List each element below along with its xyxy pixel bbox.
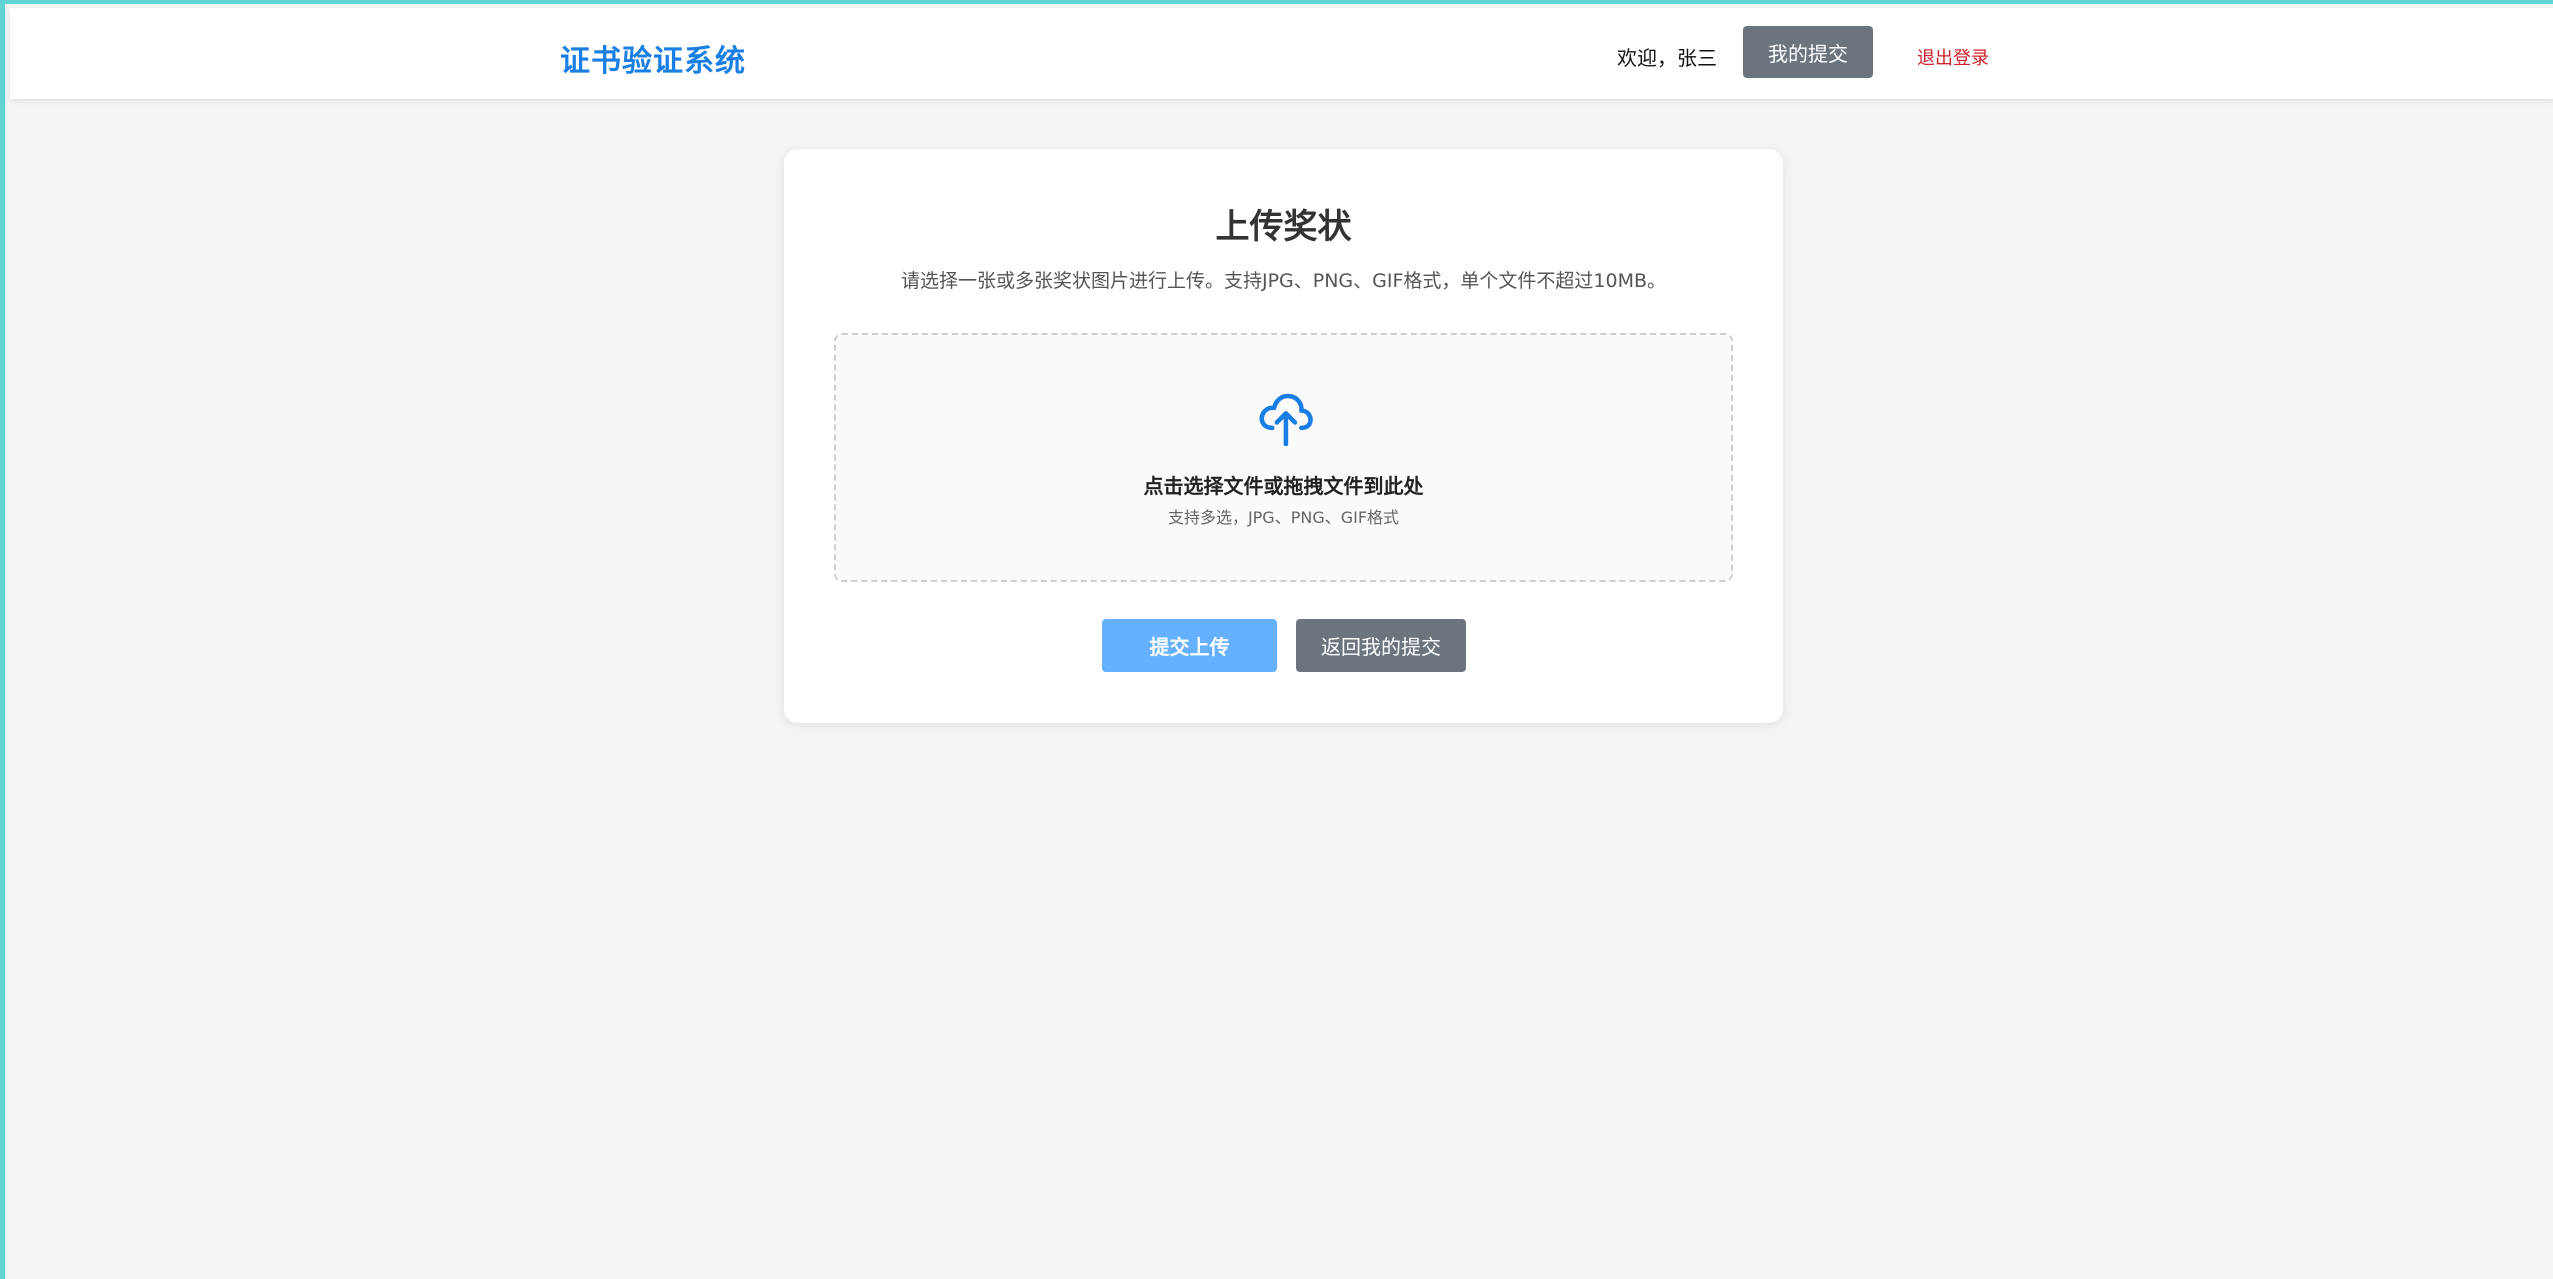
upload-description: 请选择一张或多张奖状图片进行上传。支持JPG、PNG、GIF格式，单个文件不超过… [900,270,1667,292]
my-submissions-button[interactable]: 我的提交 [1743,26,1873,78]
cloud-upload-icon [1259,393,1313,446]
top-navbar: 证书验证系统 欢迎，张三 我的提交 退出登录 [10,8,2553,99]
file-dropzone[interactable]: 点击选择文件或拖拽文件到此处 支持多选，JPG、PNG、GIF格式 [834,333,1733,582]
submit-upload-button[interactable]: 提交上传 [1102,619,1277,672]
brand-title[interactable]: 证书验证系统 [560,36,746,80]
upload-card: 上传奖状 请选择一张或多张奖状图片进行上传。支持JPG、PNG、GIF格式，单个… [784,149,1783,723]
back-to-submissions-button[interactable]: 返回我的提交 [1296,619,1466,672]
app-frame: 证书验证系统 欢迎，张三 我的提交 退出登录 上传奖状 请选择一张或多张奖状图片… [0,0,2553,1279]
page-title: 上传奖状 [1215,207,1352,247]
welcome-text: 欢迎，张三 [1617,46,1717,70]
logout-link[interactable]: 退出登录 [1917,44,1989,70]
dropzone-sub-text: 支持多选，JPG、PNG、GIF格式 [1167,508,1400,527]
dropzone-main-text: 点击选择文件或拖拽文件到此处 [1143,474,1424,498]
